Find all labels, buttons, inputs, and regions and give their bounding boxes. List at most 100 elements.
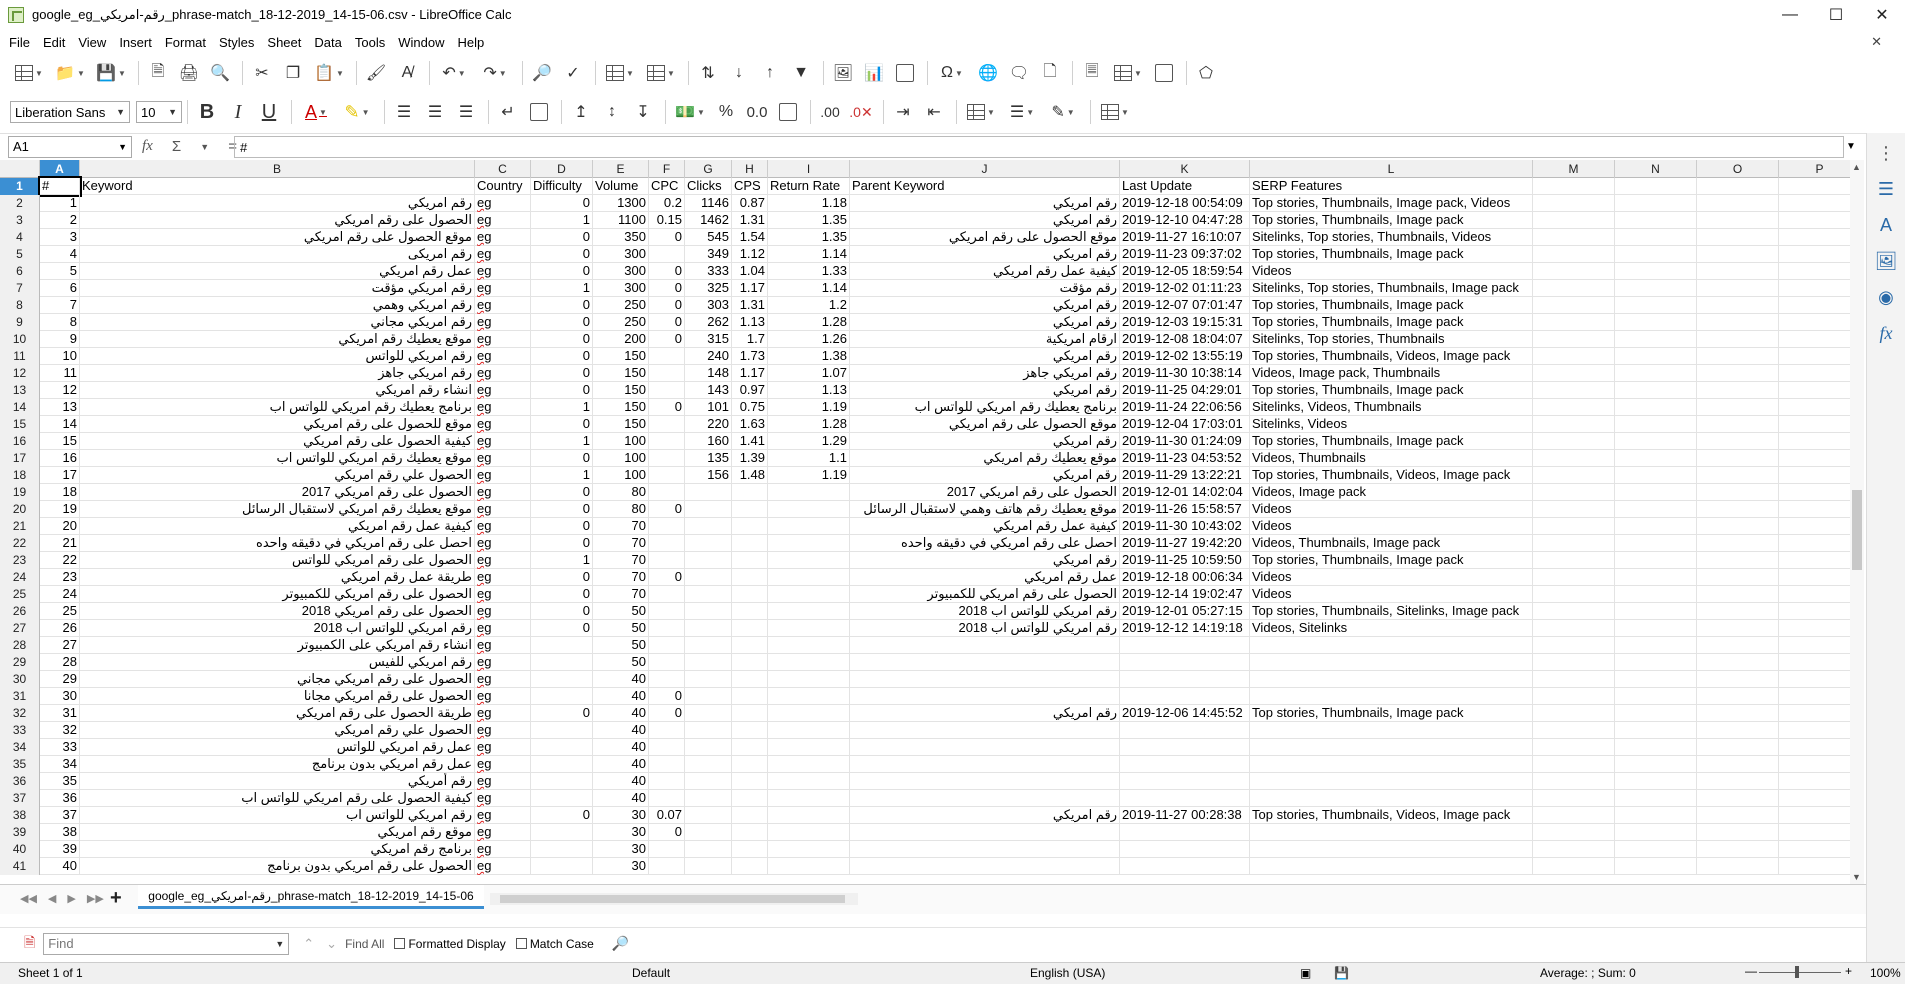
cell-g22[interactable]: [685, 535, 732, 552]
cell-c11[interactable]: eg: [475, 348, 531, 365]
cell-o22[interactable]: [1697, 535, 1779, 552]
cell-m4[interactable]: [1533, 229, 1615, 246]
cell-l38[interactable]: Top stories, Thumbnails, Videos, Image p…: [1250, 807, 1533, 824]
cell-b11[interactable]: رقم امريكي للواتس: [80, 348, 475, 365]
cell-f16[interactable]: [649, 433, 685, 450]
cell-o12[interactable]: [1697, 365, 1779, 382]
cell-f5[interactable]: [649, 246, 685, 263]
cut-icon[interactable]: ✂: [248, 59, 276, 87]
cell-o14[interactable]: [1697, 399, 1779, 416]
cell-a2[interactable]: 1: [40, 195, 80, 212]
cell-a4[interactable]: 3: [40, 229, 80, 246]
insert-image-icon[interactable]: 🖼: [829, 59, 857, 87]
cell-f13[interactable]: [649, 382, 685, 399]
match-case-checkbox[interactable]: [515, 938, 527, 949]
cell-h39[interactable]: [732, 824, 768, 841]
cell-a3[interactable]: 2: [40, 212, 80, 229]
menu-format[interactable]: Format: [165, 35, 206, 50]
cell-l2[interactable]: Top stories, Thumbnails, Image pack, Vid…: [1250, 195, 1533, 212]
cell-o16[interactable]: [1697, 433, 1779, 450]
cell-k29[interactable]: [1120, 654, 1250, 671]
cell-k16[interactable]: 2019-11-30 01:24:09: [1120, 433, 1250, 450]
cell-e11[interactable]: 150: [593, 348, 649, 365]
cell-a8[interactable]: 7: [40, 297, 80, 314]
cell-g15[interactable]: 220: [685, 416, 732, 433]
cell-i40[interactable]: [768, 841, 850, 858]
cell-l25[interactable]: Videos: [1250, 586, 1533, 603]
cell-h40[interactable]: [732, 841, 768, 858]
cell-n33[interactable]: [1615, 722, 1697, 739]
cell-h27[interactable]: [732, 620, 768, 637]
find-replace-icon[interactable]: 🔎: [528, 59, 556, 87]
cell-e15[interactable]: 150: [593, 416, 649, 433]
row-header[interactable]: 27: [0, 620, 40, 637]
cell-c38[interactable]: eg: [475, 807, 531, 824]
cell-l37[interactable]: [1250, 790, 1533, 807]
cell-a41[interactable]: 40: [40, 858, 80, 875]
cell-d15[interactable]: 0: [531, 416, 593, 433]
cell-i29[interactable]: [768, 654, 850, 671]
cell-c27[interactable]: eg: [475, 620, 531, 637]
row-header[interactable]: 19: [0, 484, 40, 501]
cell-l7[interactable]: Sitelinks, Top stories, Thumbnails, Imag…: [1250, 280, 1533, 297]
cell-h4[interactable]: 1.54: [732, 229, 768, 246]
cell-a30[interactable]: 29: [40, 671, 80, 688]
cell-o11[interactable]: [1697, 348, 1779, 365]
cell-d26[interactable]: 0: [531, 603, 593, 620]
cell-a33[interactable]: 32: [40, 722, 80, 739]
cell-p28[interactable]: [1779, 637, 1861, 654]
cell-e4[interactable]: 350: [593, 229, 649, 246]
cell-n20[interactable]: [1615, 501, 1697, 518]
cell-m9[interactable]: [1533, 314, 1615, 331]
cell-p40[interactable]: [1779, 841, 1861, 858]
cell-m40[interactable]: [1533, 841, 1615, 858]
undo-icon[interactable]: ↶ ▼: [435, 59, 473, 87]
cell-m17[interactable]: [1533, 450, 1615, 467]
cell-h41[interactable]: [732, 858, 768, 875]
row-header[interactable]: 14: [0, 399, 40, 416]
cell-l36[interactable]: [1250, 773, 1533, 790]
cell-n15[interactable]: [1615, 416, 1697, 433]
cell-h29[interactable]: [732, 654, 768, 671]
cell-m12[interactable]: [1533, 365, 1615, 382]
cell-o30[interactable]: [1697, 671, 1779, 688]
cell-m3[interactable]: [1533, 212, 1615, 229]
cell-n27[interactable]: [1615, 620, 1697, 637]
cell-i21[interactable]: [768, 518, 850, 535]
cell-g29[interactable]: [685, 654, 732, 671]
cell-b12[interactable]: رقم امريكي جاهز: [80, 365, 475, 382]
cell-o3[interactable]: [1697, 212, 1779, 229]
cell-l19[interactable]: Videos, Image pack: [1250, 484, 1533, 501]
cell-b35[interactable]: عمل رقم امريكي بدون برنامج: [80, 756, 475, 773]
cell-k37[interactable]: [1120, 790, 1250, 807]
cell-d21[interactable]: 0: [531, 518, 593, 535]
cell-i27[interactable]: [768, 620, 850, 637]
cell-d6[interactable]: 0: [531, 263, 593, 280]
cell-f38[interactable]: 0.07: [649, 807, 685, 824]
cell-a31[interactable]: 30: [40, 688, 80, 705]
cell-k30[interactable]: [1120, 671, 1250, 688]
cell-k23[interactable]: 2019-11-25 10:59:50: [1120, 552, 1250, 569]
cell-k18[interactable]: 2019-11-29 13:22:21: [1120, 467, 1250, 484]
font-name-box[interactable]: Liberation Sans ▼: [10, 101, 130, 123]
cell-b38[interactable]: رقم امريكي للواتس اب: [80, 807, 475, 824]
cell-a39[interactable]: 38: [40, 824, 80, 841]
cell-m32[interactable]: [1533, 705, 1615, 722]
cell-h14[interactable]: 0.75: [732, 399, 768, 416]
cell-m27[interactable]: [1533, 620, 1615, 637]
currency-format-icon[interactable]: 💵 ▼: [671, 98, 709, 126]
cell-c37[interactable]: eg: [475, 790, 531, 807]
cell-m11[interactable]: [1533, 348, 1615, 365]
define-print-area-icon[interactable]: 🗏: [1078, 59, 1106, 87]
first-sheet-icon[interactable]: ◀◀: [20, 892, 37, 905]
cell-l35[interactable]: [1250, 756, 1533, 773]
sheet-tab[interactable]: google_eg_رقم-امريكي_phrase-match_18-12-…: [138, 885, 484, 909]
cell-j15[interactable]: موقع الحصول على رقم امريكي: [850, 416, 1120, 433]
cell-n34[interactable]: [1615, 739, 1697, 756]
cell-o40[interactable]: [1697, 841, 1779, 858]
cell-p27[interactable]: [1779, 620, 1861, 637]
cell-p14[interactable]: [1779, 399, 1861, 416]
cell-j2[interactable]: رقم امريكي: [850, 195, 1120, 212]
cell-f29[interactable]: [649, 654, 685, 671]
cell-e10[interactable]: 200: [593, 331, 649, 348]
